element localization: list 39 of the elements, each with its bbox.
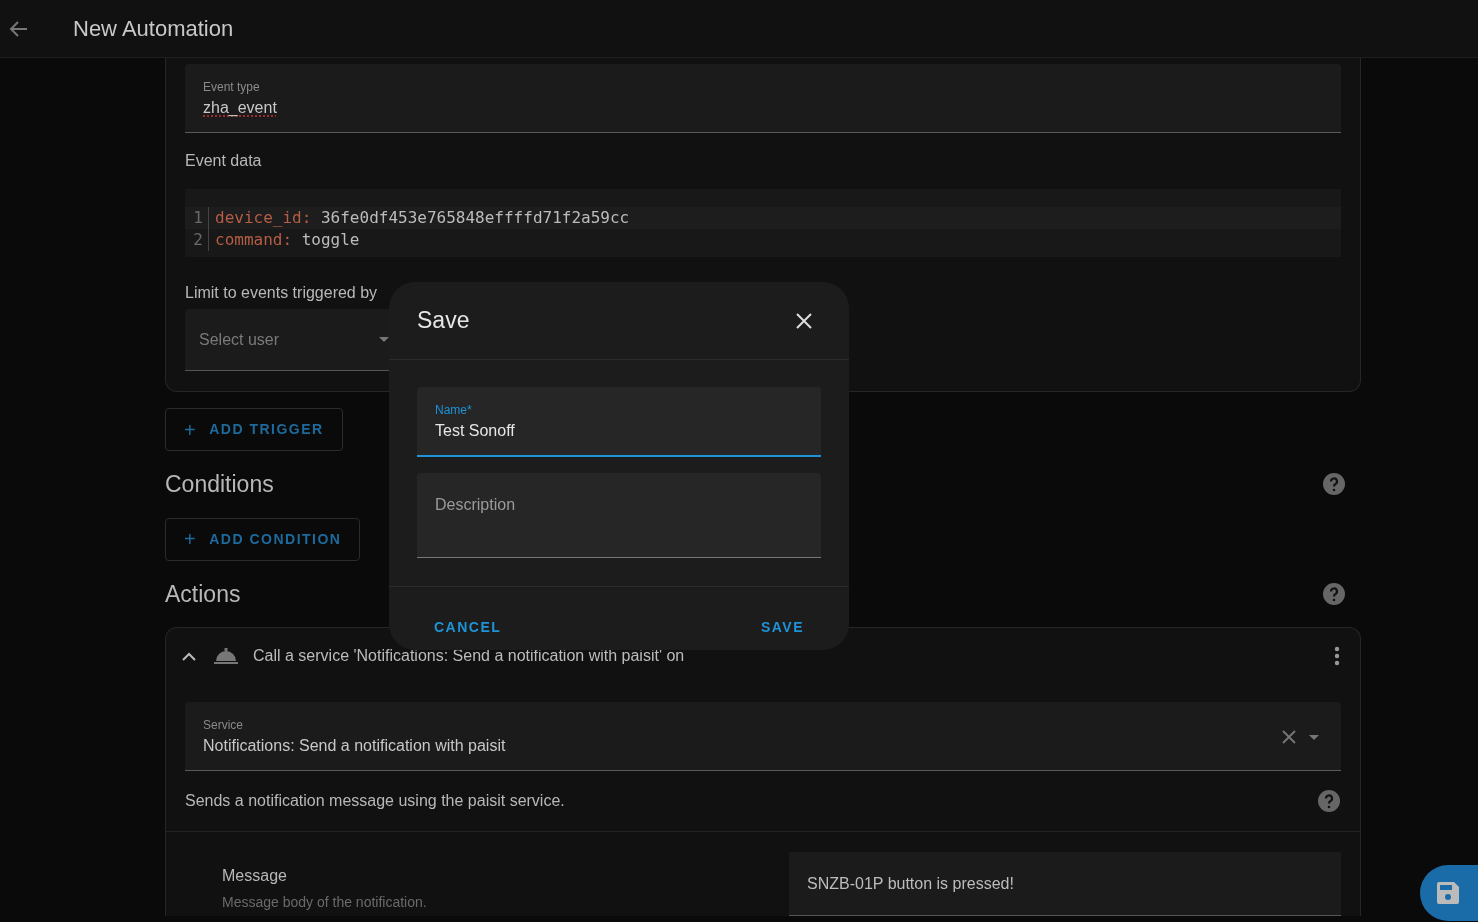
help-icon[interactable] [1322, 581, 1346, 606]
bell-icon [214, 648, 238, 664]
back-arrow-icon[interactable] [8, 19, 28, 38]
help-icon[interactable] [1317, 789, 1341, 813]
message-field[interactable]: SNZB-01P button is pressed! [789, 852, 1341, 916]
more-options-icon[interactable] [1334, 646, 1340, 666]
message-hint: Message body of the notification. [222, 893, 427, 912]
event-type-field[interactable]: Event type zha_event [185, 64, 1341, 133]
section-heading: Actions [165, 579, 241, 609]
close-icon[interactable] [796, 312, 812, 329]
add-condition-button[interactable]: + ADD CONDITION [165, 517, 361, 561]
collapse-chevron-icon[interactable] [182, 651, 196, 661]
description-field[interactable]: Description [417, 473, 821, 558]
code-line: command: toggle [214, 229, 360, 251]
plus-icon: + [184, 529, 198, 549]
limit-label: Limit to events triggered by [185, 283, 379, 303]
dropdown-caret-icon [379, 337, 389, 342]
code-editor[interactable]: 1 device_id: 36fe0df453e765848effffd71f2a59cc 2 command: toggle [185, 189, 1341, 257]
help-icon[interactable] [1322, 472, 1346, 497]
service-field[interactable]: Service Notifications: Send a notification with paisit [185, 702, 1341, 771]
dialog-button[interactable]: SAVE [744, 611, 820, 644]
action-title: Call a service 'Notifications: Send a notification with paisit' on [253, 646, 685, 666]
dialog-button[interactable]: CANCEL [418, 611, 518, 644]
line-number: 2 [185, 229, 209, 251]
dropdown-caret-icon[interactable] [1309, 734, 1319, 740]
message-label: Message [222, 866, 288, 886]
page-title: New Automation [73, 15, 234, 43]
line-number: 1 [185, 207, 209, 229]
save-fab[interactable] [1420, 865, 1478, 921]
dialog-title: Save [417, 306, 470, 336]
section-heading: Conditions [165, 470, 274, 499]
user-select[interactable]: Select user [185, 309, 390, 371]
plus-icon: + [184, 419, 198, 440]
service-description: Sends a notification message using the paisit service. [185, 791, 565, 811]
add-trigger-button[interactable]: + ADD TRIGGER [165, 408, 343, 451]
event-data-label: Event data [185, 151, 263, 171]
code-line: device_id: 36fe0df453e765848effffd71f2a59cc [214, 207, 630, 229]
name-field[interactable]: Name* Test Sonoff [417, 387, 821, 457]
clear-icon[interactable] [1282, 730, 1296, 744]
